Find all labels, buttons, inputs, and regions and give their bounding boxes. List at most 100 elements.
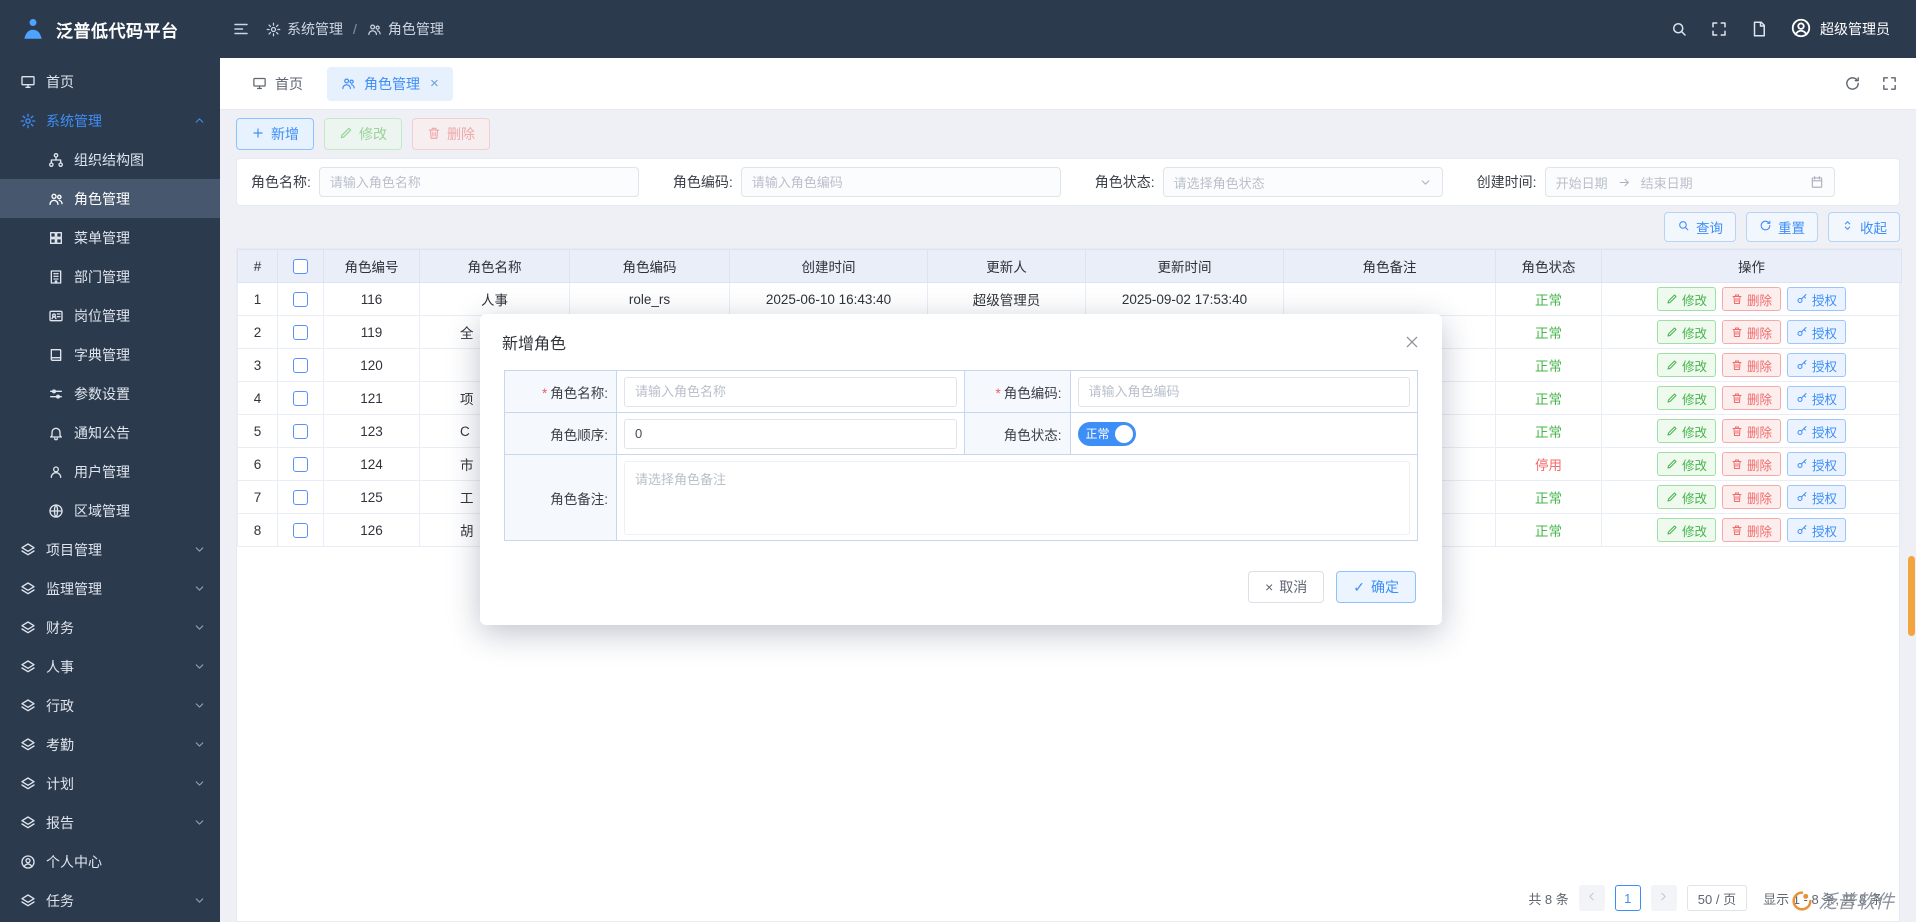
sidebar-item-menu-management[interactable]: 菜单管理 [0, 218, 220, 257]
role-status-toggle[interactable]: 正常 [1078, 422, 1136, 446]
row-delete-button[interactable]: 删除 [1722, 518, 1781, 542]
reset-button[interactable]: 重置 [1746, 212, 1818, 242]
confirm-button[interactable]: ✓确定 [1336, 571, 1416, 603]
chevron-left-icon [1585, 890, 1598, 906]
search-icon [1670, 20, 1688, 38]
row-checkbox[interactable] [293, 391, 308, 406]
role-code-input[interactable] [741, 167, 1061, 197]
sidebar-item-plan[interactable]: 计划 [0, 764, 220, 803]
row-edit-button[interactable]: 修改 [1657, 386, 1716, 410]
modal-role-name-input[interactable] [624, 377, 957, 407]
prev-page-button[interactable] [1579, 885, 1605, 911]
chevron-down-icon [193, 621, 206, 634]
modal-role-order-input[interactable] [624, 419, 957, 449]
row-checkbox[interactable] [293, 292, 308, 307]
sidebar-item-project-management[interactable]: 项目管理 [0, 530, 220, 569]
row-edit-button[interactable]: 修改 [1657, 485, 1716, 509]
row-grant-button[interactable]: 授权 [1787, 287, 1846, 311]
row-delete-button[interactable]: 删除 [1722, 452, 1781, 476]
search-icon[interactable] [1670, 20, 1688, 38]
sidebar-item-task[interactable]: 任务 [0, 881, 220, 920]
select-all-checkbox[interactable] [293, 259, 308, 274]
row-grant-button[interactable]: 授权 [1787, 485, 1846, 509]
row-delete-button[interactable]: 删除 [1722, 287, 1781, 311]
row-grant-button[interactable]: 授权 [1787, 518, 1846, 542]
row-edit-button[interactable]: 修改 [1657, 320, 1716, 344]
delete-button[interactable]: 删除 [412, 118, 490, 150]
add-button[interactable]: 新增 [236, 118, 314, 150]
row-delete-button[interactable]: 删除 [1722, 485, 1781, 509]
sidebar-item-finance[interactable]: 财务 [0, 608, 220, 647]
row-edit-button[interactable]: 修改 [1657, 518, 1716, 542]
chevron-down-icon [193, 582, 206, 595]
breadcrumb-item[interactable]: 角色管理 [367, 19, 444, 39]
row-checkbox[interactable] [293, 325, 308, 340]
tab-close-icon[interactable]: × [430, 75, 439, 92]
modal-role-code-input[interactable] [1078, 377, 1411, 407]
tab-role-management[interactable]: 角色管理× [327, 67, 453, 101]
role-status-select[interactable]: 请选择角色状态 [1163, 167, 1443, 197]
row-delete-button[interactable]: 删除 [1722, 353, 1781, 377]
date-range-picker[interactable]: 开始日期 结束日期 [1545, 167, 1835, 197]
chevron-down-icon [193, 816, 206, 829]
users-icon [367, 22, 382, 37]
sidebar-item-personal-center[interactable]: 个人中心 [0, 842, 220, 881]
sidebar-item-supervision-management[interactable]: 监理管理 [0, 569, 220, 608]
row-grant-button[interactable]: 授权 [1787, 320, 1846, 344]
breadcrumb-item[interactable]: 系统管理 [266, 19, 343, 39]
row-delete-button[interactable]: 删除 [1722, 386, 1781, 410]
row-checkbox[interactable] [293, 424, 308, 439]
sidebar-item-param-settings[interactable]: 参数设置 [0, 374, 220, 413]
row-grant-button[interactable]: 授权 [1787, 353, 1846, 377]
row-edit-button[interactable]: 修改 [1657, 452, 1716, 476]
next-page-button[interactable] [1651, 885, 1677, 911]
maximize-icon[interactable] [1881, 75, 1898, 92]
refresh-icon[interactable] [1844, 75, 1861, 92]
sidebar-item-system-management[interactable]: 系统管理 [0, 101, 220, 140]
row-checkbox[interactable] [293, 457, 308, 472]
sidebar-item-notice[interactable]: 通知公告 [0, 413, 220, 452]
chevron-right-icon [1657, 890, 1670, 906]
row-edit-button[interactable]: 修改 [1657, 287, 1716, 311]
grid-icon [48, 230, 64, 246]
row-checkbox[interactable] [293, 523, 308, 538]
sidebar-item-home[interactable]: 首页 [0, 62, 220, 101]
brand[interactable]: 泛普低代码平台 [0, 16, 220, 42]
page-size-select[interactable]: 50 / 页 [1687, 885, 1747, 911]
user-menu[interactable]: 超级管理员 [1790, 17, 1890, 42]
role-name-input[interactable] [319, 167, 639, 197]
row-checkbox[interactable] [293, 490, 308, 505]
cancel-button[interactable]: ×取消 [1248, 571, 1324, 603]
menu-collapse-icon[interactable] [232, 20, 250, 38]
document-icon[interactable] [1750, 20, 1768, 38]
sidebar-item-user-management[interactable]: 用户管理 [0, 452, 220, 491]
row-grant-button[interactable]: 授权 [1787, 386, 1846, 410]
row-checkbox[interactable] [293, 358, 308, 373]
sidebar-item-org-chart[interactable]: 组织结构图 [0, 140, 220, 179]
edit-button[interactable]: 修改 [324, 118, 402, 150]
query-button[interactable]: 查询 [1664, 212, 1736, 242]
row-grant-button[interactable]: 授权 [1787, 419, 1846, 443]
sidebar-item-dept-management[interactable]: 部门管理 [0, 257, 220, 296]
page-number[interactable]: 1 [1615, 885, 1641, 911]
row-edit-button[interactable]: 修改 [1657, 353, 1716, 377]
sidebar-item-role-management[interactable]: 角色管理 [0, 179, 220, 218]
row-delete-button[interactable]: 删除 [1722, 419, 1781, 443]
row-grant-button[interactable]: 授权 [1787, 452, 1846, 476]
fullscreen-icon[interactable] [1710, 20, 1728, 38]
topbar-nav: 系统管理/角色管理 [220, 19, 444, 39]
row-delete-button[interactable]: 删除 [1722, 320, 1781, 344]
collapse-button[interactable]: 收起 [1828, 212, 1900, 242]
row-edit-button[interactable]: 修改 [1657, 419, 1716, 443]
sidebar-item-post-management[interactable]: 岗位管理 [0, 296, 220, 335]
tab-home[interactable]: 首页 [238, 67, 317, 101]
sidebar-item-region-management[interactable]: 区域管理 [0, 491, 220, 530]
sidebar-item-administration[interactable]: 行政 [0, 686, 220, 725]
close-icon[interactable] [1404, 334, 1420, 350]
sidebar-item-attendance[interactable]: 考勤 [0, 725, 220, 764]
sidebar-item-report[interactable]: 报告 [0, 803, 220, 842]
modal-role-remark-textarea[interactable] [624, 461, 1410, 535]
sidebar-item-dict-management[interactable]: 字典管理 [0, 335, 220, 374]
scrollbar-thumb[interactable] [1908, 556, 1915, 636]
sidebar-item-hr[interactable]: 人事 [0, 647, 220, 686]
